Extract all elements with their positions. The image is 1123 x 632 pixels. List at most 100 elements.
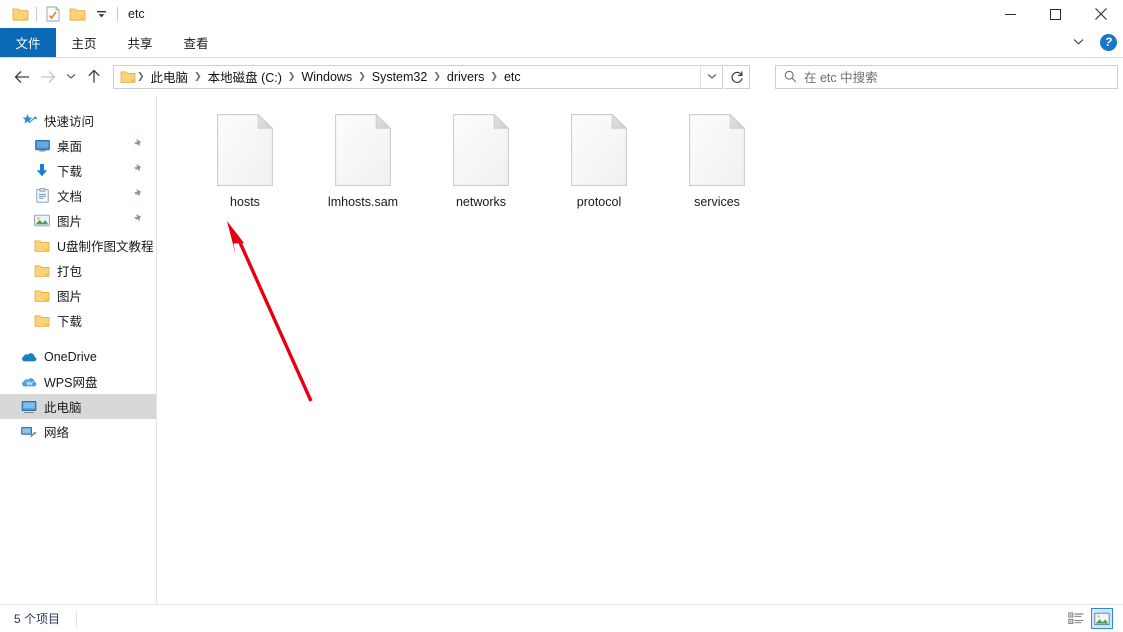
blank-document-icon — [217, 113, 274, 186]
close-button[interactable] — [1078, 0, 1123, 28]
sidebar-item-downloads[interactable]: 下载 — [0, 158, 156, 183]
sidebar-item-this-pc[interactable]: 此电脑 — [0, 394, 156, 419]
status-bar: 5 个项目 — [0, 604, 1123, 632]
sidebar-item-onedrive[interactable]: OneDrive — [0, 344, 156, 369]
breadcrumb-item-this-pc[interactable]: 此电脑 — [146, 65, 194, 88]
minimize-button[interactable] — [988, 0, 1033, 28]
large-icons-view-button[interactable] — [1091, 608, 1113, 629]
ribbon-tab-bar: 文件 主页 共享 查看 ? — [0, 28, 1123, 57]
sidebar-item-label: 此电脑 — [44, 401, 82, 415]
breadcrumb-separator-3: ❯ — [358, 71, 366, 81]
tab-file[interactable]: 文件 — [0, 28, 56, 57]
sidebar-item-desktop[interactable]: 桌面 — [0, 133, 156, 158]
file-item-lmhosts-sam[interactable]: lmhosts.sam — [304, 106, 422, 222]
sidebar-item-label: 打包 — [57, 265, 83, 279]
file-item-protocol[interactable]: protocol — [540, 106, 658, 222]
breadcrumb: ❯ 此电脑 ❯ 本地磁盘 (C:) ❯ Windows ❯ System32 ❯… — [136, 65, 700, 88]
status-divider — [76, 610, 78, 627]
window-title: etc — [128, 7, 145, 21]
sidebar-item-pictures[interactable]: 图片 — [0, 208, 156, 233]
address-bar[interactable]: ❯ 此电脑 ❯ 本地磁盘 (C:) ❯ Windows ❯ System32 ❯… — [113, 64, 723, 89]
onedrive-cloud-icon — [21, 349, 37, 365]
maximize-button[interactable] — [1033, 0, 1078, 28]
breadcrumb-item-local-disk-c[interactable]: 本地磁盘 (C:) — [203, 65, 287, 88]
file-name-label: networks — [455, 195, 507, 209]
refresh-button[interactable] — [724, 64, 750, 89]
downloads-icon — [34, 163, 50, 179]
search-placeholder: 在 etc 中搜索 — [804, 71, 878, 85]
blank-document-icon — [335, 113, 392, 186]
sidebar-item-label: OneDrive — [44, 349, 97, 364]
breadcrumb-item-system32[interactable]: System32 — [367, 68, 433, 86]
sidebar-item-label: WPS网盘 — [44, 376, 98, 390]
search-icon — [784, 70, 797, 83]
sidebar-item-downloads-folder[interactable]: 下载 — [0, 308, 156, 333]
address-folder-icon — [120, 70, 136, 84]
file-name-label: lmhosts.sam — [327, 195, 399, 209]
sidebar-item-wps-cloud[interactable]: WPS网盘 — [0, 369, 156, 394]
file-item-hosts[interactable]: hosts — [186, 106, 304, 222]
file-tiles: hosts lmhosts.sam networks protocol serv… — [186, 106, 1123, 222]
sidebar-item-documents[interactable]: 文档 — [0, 183, 156, 208]
file-item-services[interactable]: services — [658, 106, 776, 222]
sidebar-item-network[interactable]: 网络 — [0, 419, 156, 444]
customize-chevron-icon[interactable] — [89, 2, 113, 26]
quick-access-toolbar: etc — [0, 2, 145, 26]
properties-icon[interactable] — [41, 2, 65, 26]
folder-icon — [34, 238, 50, 254]
breadcrumb-separator-1: ❯ — [194, 71, 202, 81]
help-icon[interactable]: ? — [1100, 34, 1117, 51]
file-name-label: hosts — [230, 195, 260, 209]
toolbar-divider — [36, 7, 37, 21]
file-item-networks[interactable]: networks — [422, 106, 540, 222]
pin-icon[interactable] — [133, 213, 144, 228]
back-button[interactable] — [9, 64, 35, 90]
folder-icon[interactable] — [8, 2, 32, 26]
sidebar-item-label: 下载 — [57, 315, 83, 329]
breadcrumb-item-drivers[interactable]: drivers — [442, 68, 490, 86]
navigation-pane: 快速访问 桌面 下载 文档 图片 U盘制作图文教程 打包 图片 下载 OneDr… — [0, 96, 157, 604]
expand-ribbon-chevron-icon[interactable] — [1067, 37, 1090, 49]
this-pc-icon — [21, 399, 37, 415]
address-dropdown-chevron-icon[interactable] — [700, 65, 722, 88]
pin-icon[interactable] — [133, 163, 144, 178]
explorer-window: etc 文件 主页 共享 查看 ? ❯ 此电脑 ❯ 本地磁盘 (C:) ❯ Wi… — [0, 0, 1123, 632]
pin-icon[interactable] — [133, 188, 144, 203]
blank-document-icon — [453, 113, 510, 186]
up-button[interactable] — [81, 64, 107, 90]
sidebar-item-label: U盘制作图文教程 — [57, 240, 154, 254]
sidebar-group-quick-access[interactable]: 快速访问 — [0, 108, 156, 133]
tab-view[interactable]: 查看 — [168, 28, 224, 57]
folder-icon — [34, 313, 50, 329]
blank-document-icon — [689, 113, 746, 186]
sidebar-item-label: 图片 — [57, 215, 83, 229]
tab-home[interactable]: 主页 — [56, 28, 112, 57]
sidebar-item-label: 桌面 — [57, 140, 83, 154]
breadcrumb-item-windows[interactable]: Windows — [296, 68, 357, 86]
breadcrumb-separator-4: ❯ — [433, 71, 441, 81]
file-list-view[interactable]: hosts lmhosts.sam networks protocol serv… — [158, 96, 1123, 604]
sidebar-item-label: 文档 — [57, 190, 83, 204]
quick-access-star-icon — [21, 113, 37, 129]
search-input[interactable]: 在 etc 中搜索 — [775, 64, 1118, 89]
sidebar-group-label: 快速访问 — [44, 115, 95, 129]
pin-icon[interactable] — [133, 138, 144, 153]
blank-document-icon — [571, 113, 628, 186]
network-icon — [21, 424, 37, 440]
forward-button[interactable] — [35, 64, 61, 90]
file-name-label: protocol — [576, 195, 622, 209]
sidebar-item-label: 网络 — [44, 426, 70, 440]
recent-locations-chevron-icon[interactable] — [61, 64, 81, 90]
folder-icon — [34, 263, 50, 279]
new-folder-icon[interactable] — [65, 2, 89, 26]
sidebar-item-label: 下载 — [57, 165, 83, 179]
details-view-button[interactable] — [1065, 608, 1087, 629]
sidebar-item-usb-tutorial-folder[interactable]: U盘制作图文教程 — [0, 233, 156, 258]
tab-share[interactable]: 共享 — [112, 28, 168, 57]
ribbon-right-controls: ? — [1067, 28, 1117, 57]
sidebar-item-label: 图片 — [57, 290, 83, 304]
breadcrumb-item-etc[interactable]: etc — [499, 68, 526, 86]
sidebar-item-packing-folder[interactable]: 打包 — [0, 258, 156, 283]
sidebar-item-pictures-folder[interactable]: 图片 — [0, 283, 156, 308]
